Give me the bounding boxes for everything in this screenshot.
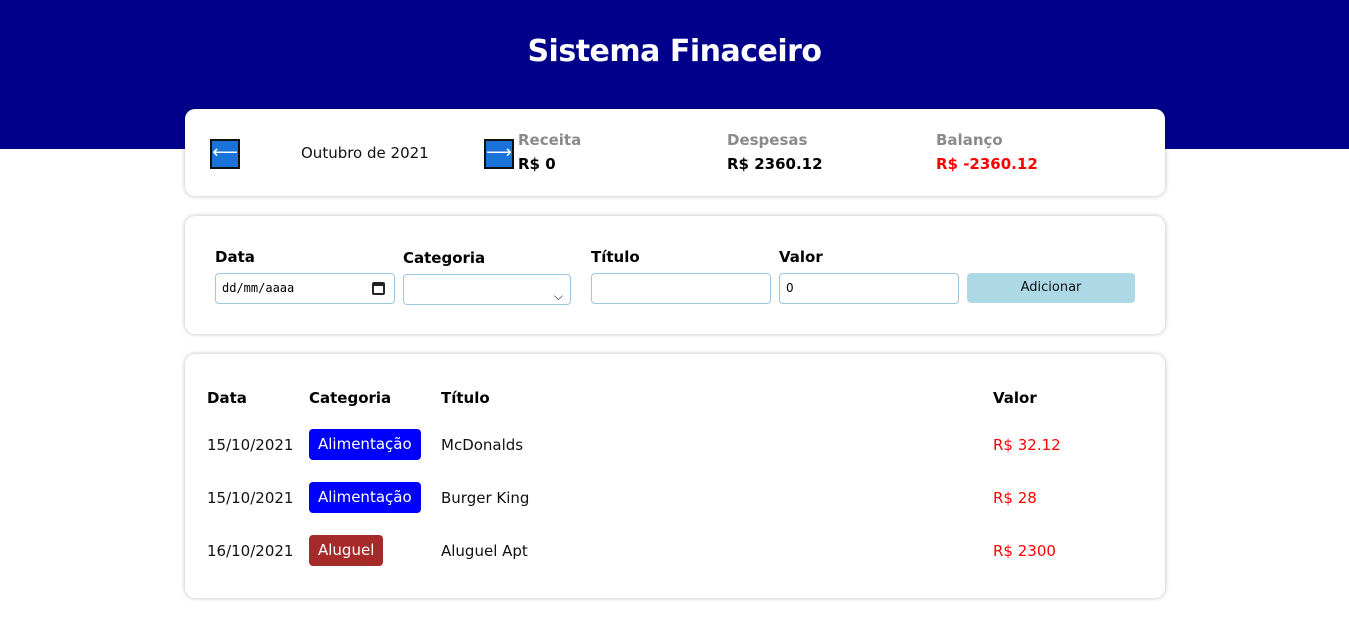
- row-date: 15/10/2021: [207, 436, 294, 454]
- header-data: Data: [207, 389, 247, 407]
- data-field: Data dd/mm/aaaa: [215, 248, 395, 304]
- category-badge: Alimentação: [309, 482, 421, 513]
- arrow-right-icon: ⟶: [486, 142, 512, 163]
- row-value: R$ 28: [993, 489, 1037, 507]
- date-input[interactable]: dd/mm/aaaa: [215, 273, 395, 304]
- data-label: Data: [215, 248, 255, 266]
- valor-field: Valor 0: [779, 248, 959, 304]
- receita-value: R$ 0: [518, 155, 556, 173]
- valor-input-value: 0: [786, 281, 794, 295]
- categoria-select[interactable]: ⌵: [403, 274, 571, 305]
- calendar-icon[interactable]: [372, 282, 385, 295]
- transactions-table: Data Categoria Título Valor 15/10/2021 A…: [185, 354, 1165, 598]
- header-categoria: Categoria: [309, 389, 392, 407]
- despesas-stat: Despesas R$ 2360.12: [727, 131, 823, 173]
- chevron-down-icon: ⌵: [553, 289, 563, 303]
- current-month: Outubro de 2021: [301, 144, 429, 162]
- receita-label: Receita: [518, 131, 582, 149]
- prev-month-button[interactable]: ⟵: [210, 139, 240, 169]
- valor-input[interactable]: 0: [779, 273, 959, 304]
- add-button[interactable]: Adicionar: [967, 273, 1135, 303]
- categoria-field: Categoria ⌵: [403, 249, 571, 305]
- next-month-button[interactable]: ⟶: [484, 139, 514, 169]
- row-date: 15/10/2021: [207, 489, 294, 507]
- page-title: Sistema Finaceiro: [527, 34, 822, 69]
- date-input-value: dd/mm/aaaa: [222, 281, 295, 295]
- table-row: 15/10/2021 Alimentação Burger King R$ 28: [185, 482, 1165, 516]
- header-titulo: Título: [441, 389, 490, 407]
- row-value: R$ 32.12: [993, 436, 1061, 454]
- titulo-input[interactable]: [591, 273, 771, 304]
- summary-card: ⟵ Outubro de 2021 ⟶ Receita R$ 0 Despesa…: [185, 109, 1165, 196]
- arrow-left-icon: ⟵: [212, 142, 238, 163]
- receita-stat: Receita R$ 0: [518, 131, 581, 173]
- despesas-value: R$ 2360.12: [727, 155, 823, 173]
- row-title: Burger King: [441, 489, 530, 507]
- valor-label: Valor: [779, 248, 823, 266]
- row-title: Aluguel Apt: [441, 542, 528, 560]
- row-value: R$ 2300: [993, 542, 1056, 560]
- table-row: 16/10/2021 Aluguel Aluguel Apt R$ 2300: [185, 535, 1165, 569]
- despesas-label: Despesas: [727, 131, 808, 149]
- add-transaction-form: Data dd/mm/aaaa Categoria ⌵ Título Valor…: [185, 216, 1165, 334]
- titulo-label: Título: [591, 248, 640, 266]
- row-date: 16/10/2021: [207, 542, 294, 560]
- row-title: McDonalds: [441, 436, 524, 454]
- header-valor: Valor: [993, 389, 1037, 407]
- balanco-label: Balanço: [936, 131, 1003, 149]
- table-row: 15/10/2021 Alimentação McDonalds R$ 32.1…: [185, 429, 1165, 463]
- balanco-stat: Balanço R$ -2360.12: [936, 131, 1038, 173]
- titulo-field: Título: [591, 248, 771, 304]
- balanco-value: R$ -2360.12: [936, 155, 1038, 173]
- category-badge: Aluguel: [309, 535, 384, 566]
- categoria-label: Categoria: [403, 249, 486, 267]
- category-badge: Alimentação: [309, 429, 421, 460]
